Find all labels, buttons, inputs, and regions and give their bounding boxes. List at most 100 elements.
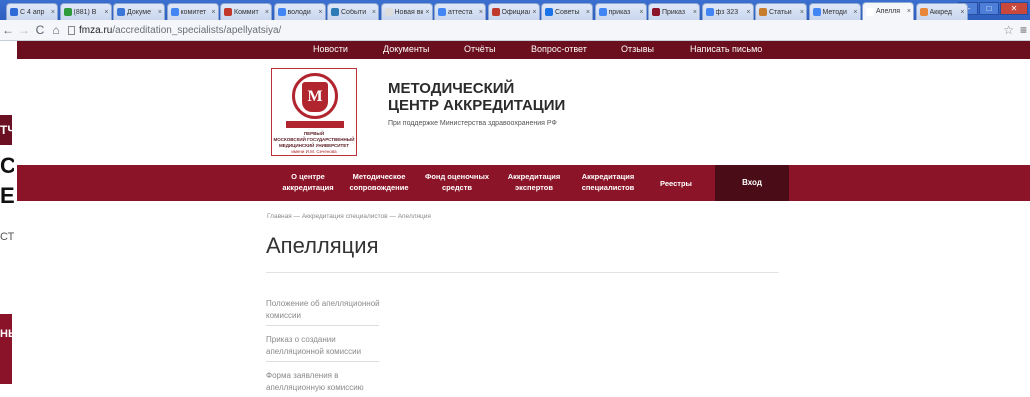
tab-close-icon[interactable]: × [477,9,485,16]
topnav-faq[interactable]: Вопрос-ответ [531,44,587,54]
browser-tab[interactable]: Апелля × [862,2,914,20]
browser-tab[interactable]: Новая вкл× [380,3,433,20]
topnav-news[interactable]: Новости [313,44,348,54]
browser-tab[interactable]: (881) В × [59,3,112,20]
tab-title: фз 323 [715,8,739,16]
side-link-appeal-order[interactable]: Приказ о создании апелляционной комиссии [266,332,382,362]
tab-close-icon[interactable]: × [370,9,378,16]
bookmark-star-icon[interactable]: ☆ [1003,23,1014,37]
nav-expert-accreditation[interactable]: Аккредитация экспертов [499,171,569,193]
tab-close-icon[interactable]: × [263,9,271,16]
close-window-icon[interactable]: ✕ [1000,2,1028,15]
site-top-nav: Новости Документы Отчёты Вопрос-ответ От… [17,41,1030,59]
browser-tab[interactable]: володи × [273,3,326,20]
login-button[interactable]: Вход [715,165,789,201]
nav-label: сопровождение [349,183,409,192]
nav-about-center[interactable]: О центре аккредитация [278,171,338,193]
reload-icon[interactable]: C [32,23,48,37]
nav-registries[interactable]: Реестры [653,178,699,189]
tab-close-icon[interactable]: × [637,9,645,16]
brand-title-line-2: ЦЕНТР АККРЕДИТАЦИИ [388,97,566,114]
nav-label: специалистов [581,183,635,192]
background-window-text: СТ [0,231,14,243]
tab-close-icon[interactable]: × [209,9,217,16]
nav-specialist-accreditation[interactable]: Аккредитация специалистов [573,171,643,193]
browser-tab[interactable]: фз 323 × [701,3,754,20]
nav-label: средств [441,183,473,192]
side-link-label: Приказ о создании [266,335,336,344]
tab-favicon-icon [812,8,821,16]
tab-favicon-icon [277,8,286,16]
topnav-reviews[interactable]: Отзывы [621,44,654,54]
topnav-reports[interactable]: Отчёты [464,44,495,54]
tab-title: С 4 апр [20,8,45,16]
tab-close-icon[interactable]: × [423,9,431,16]
tab-title: Докуме [127,8,151,16]
browser-tab[interactable]: Официал × [487,3,540,20]
browser-tab[interactable]: Советы × [541,3,593,20]
tab-close-icon[interactable]: × [958,9,966,16]
forward-icon[interactable]: → [16,23,32,37]
window-controls: – □ ✕ [958,2,1028,15]
nav-assessment-fund[interactable]: Фонд оценочных средств [421,171,493,193]
tab-favicon-icon [438,8,446,16]
topnav-write-letter[interactable]: Написать письмо [690,44,762,54]
tab-close-icon[interactable]: × [316,9,324,16]
browser-tab[interactable]: Аккред × [915,3,968,20]
site-brand-title[interactable]: МЕТОДИЧЕСКИЙ ЦЕНТР АККРЕДИТАЦИИ [388,80,565,114]
side-link-appeal-regulation[interactable]: Положение об апелляционной комиссии [266,296,382,326]
tab-close-icon[interactable]: × [905,8,913,15]
background-window-heading-1: СК [0,153,14,178]
tab-close-icon[interactable]: × [584,9,592,16]
tab-favicon-icon [224,8,232,16]
browser-tab[interactable]: Коммит × [220,3,272,20]
topnav-documents[interactable]: Документы [383,44,429,54]
nav-label: Аккредитация [581,172,635,181]
tab-close-icon[interactable]: × [530,9,538,16]
side-link-appeal-form[interactable]: Форма заявления в апелляционную комиссию [266,368,382,397]
logo-ribbon [286,121,344,128]
browser-tab[interactable]: Событи × [327,3,379,20]
nav-methodical-support[interactable]: Методическое сопровождение [344,171,414,193]
browser-tab[interactable]: аттеста × [434,3,486,20]
maximize-icon[interactable]: □ [979,2,999,15]
browser-toolbar: ← → C ⌂ fmza.ru /accreditation_specialis… [0,20,1030,41]
tab-title: Статьи [769,8,792,16]
tab-close-icon[interactable]: × [851,9,859,16]
address-bar[interactable]: fmza.ru /accreditation_specialists/apell… [68,25,281,36]
url-path: /accreditation_specialists/apellyatsiya/ [112,24,282,36]
back-icon[interactable]: ← [0,23,16,37]
side-link-label: комиссии [266,311,301,320]
menu-icon[interactable]: ≡ [1020,23,1027,37]
university-logo[interactable]: M ПЕРВЫЙ МОСКОВСКИЙ ГОСУДАРСТВЕННЫЙ МЕДИ… [271,68,357,156]
tab-favicon-icon [384,8,393,16]
tab-close-icon[interactable]: × [49,9,57,16]
side-link-label: апелляционной комиссии [266,347,362,356]
side-link-label: апелляционную комиссию [266,383,364,392]
browser-tab[interactable]: Докуме × [113,3,165,20]
tab-close-icon[interactable]: × [744,9,752,16]
browser-tab[interactable]: Статьи × [755,3,807,20]
nav-label: аккредитация [282,183,334,192]
tab-title: Официал [501,8,531,16]
tab-title: (881) В [73,8,97,16]
tab-close-icon[interactable]: × [798,9,806,16]
tab-favicon-icon [598,8,607,16]
tab-close-icon[interactable]: × [156,9,164,16]
tab-favicon-icon [545,8,553,16]
university-seal-icon: M [292,73,338,119]
browser-tab[interactable]: С 4 апр × [6,3,58,20]
tab-close-icon[interactable]: × [102,9,110,16]
browser-tab[interactable]: Методи × [808,3,861,20]
tab-close-icon[interactable]: × [691,9,699,16]
tab-title: Приказ [662,8,686,16]
breadcrumb[interactable]: Главная — Аккредитация специалистов — Ап… [267,213,431,220]
url-host: fmza.ru [79,24,113,36]
brand-subtitle: При поддержке Министерства здравоохранен… [388,120,557,127]
nav-label: Методическое [352,172,406,181]
side-separator [266,325,379,326]
home-icon[interactable]: ⌂ [48,23,64,37]
browser-tab[interactable]: комитет × [166,3,219,20]
browser-tab[interactable]: приказ × [594,3,647,20]
browser-tab[interactable]: Приказ × [648,3,700,20]
